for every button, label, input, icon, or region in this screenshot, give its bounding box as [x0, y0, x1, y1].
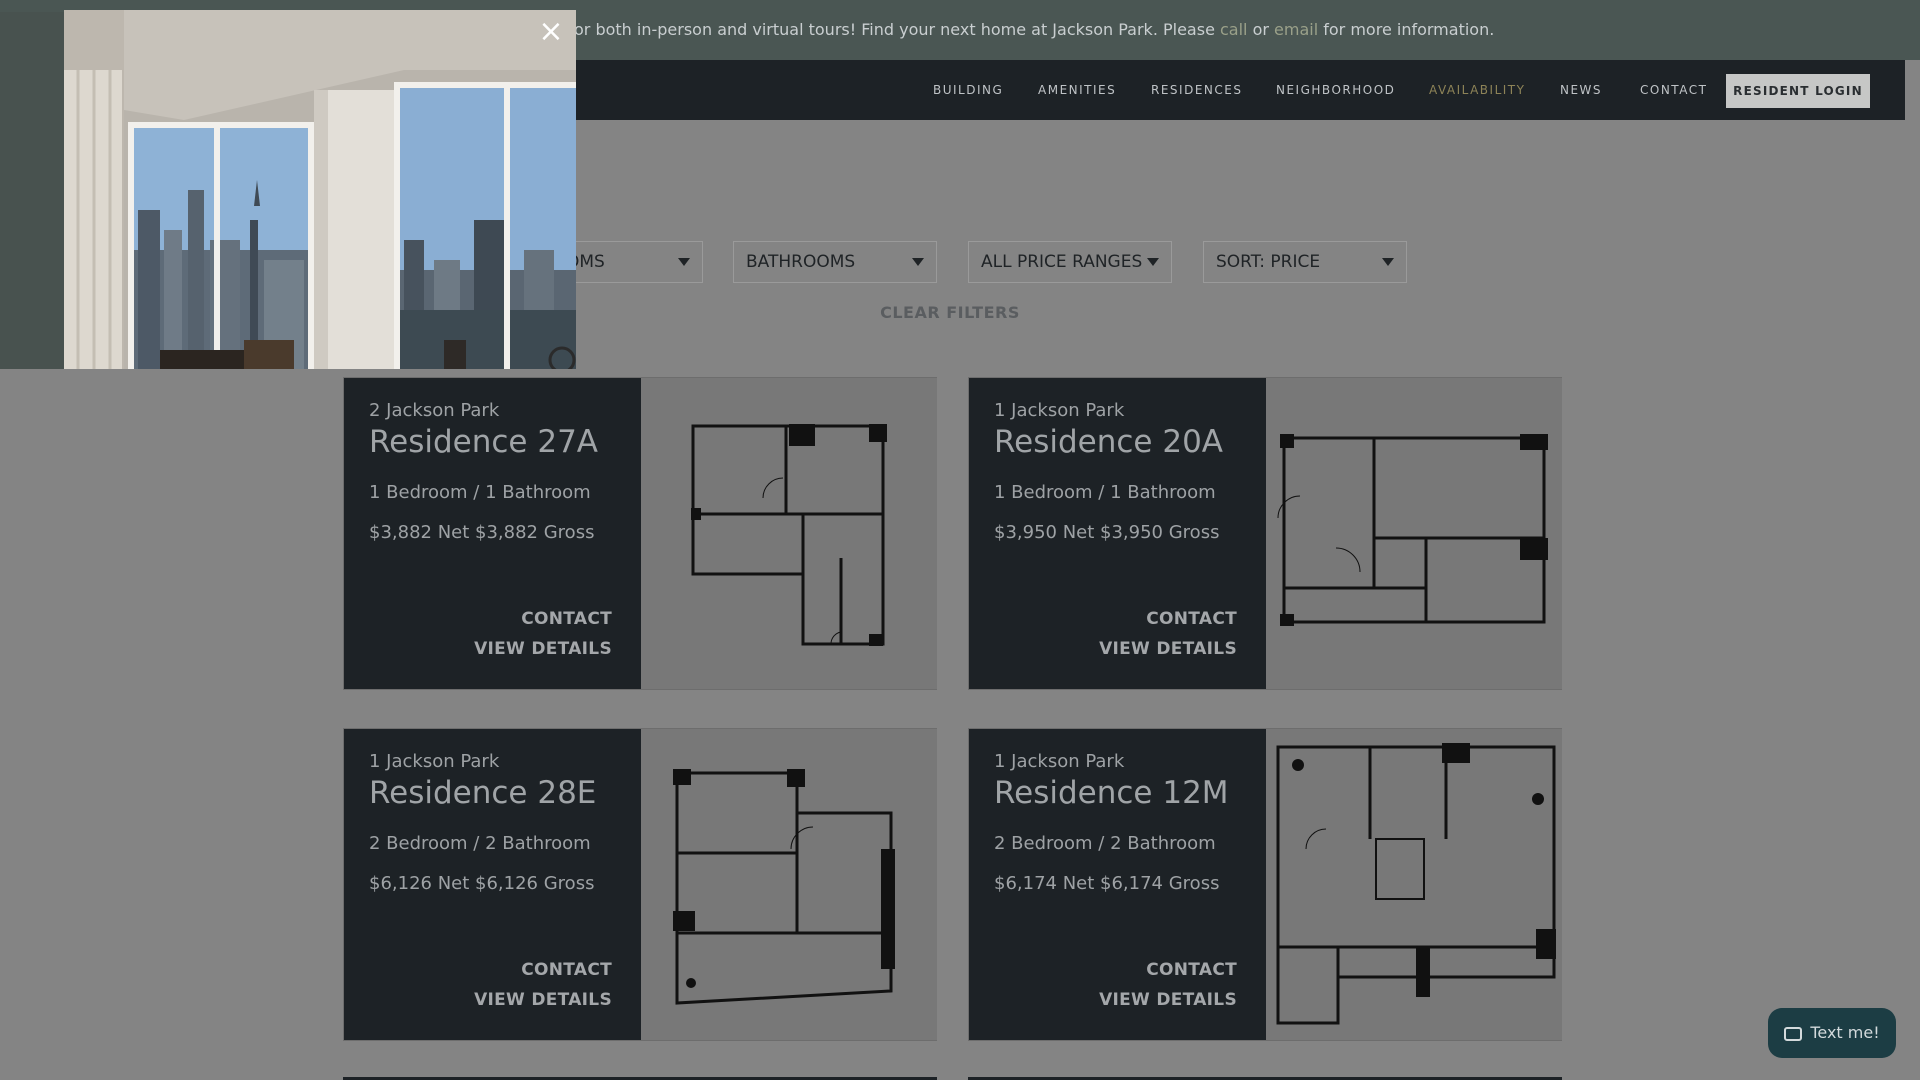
photo-lightbox: ×: [64, 10, 576, 369]
floorplan-image[interactable]: [641, 729, 937, 1040]
bed-bath: 1 Bedroom / 1 Bathroom: [994, 482, 1216, 503]
contact-link[interactable]: CONTACT: [1146, 960, 1237, 980]
floorplan-image[interactable]: [641, 378, 937, 689]
nav-amenities[interactable]: AMENITIES: [1038, 60, 1116, 120]
sort-filter-label: SORT: PRICE: [1216, 252, 1321, 272]
view-details-link[interactable]: VIEW DETAILS: [474, 990, 612, 1010]
building-name: 1 Jackson Park: [994, 751, 1125, 772]
modal-backdrop-edge: [0, 12, 64, 369]
bed-bath: 2 Bedroom / 2 Bathroom: [369, 833, 591, 854]
view-details-link[interactable]: VIEW DETAILS: [1099, 990, 1237, 1010]
building-name: 2 Jackson Park: [369, 400, 500, 421]
building-name: 1 Jackson Park: [994, 400, 1125, 421]
listing-card: 1 Jackson Park Residence 20A 1 Bedroom /…: [968, 377, 1562, 690]
announcement-text: or both in-person and virtual tours! Fin…: [574, 0, 1494, 60]
view-details-link[interactable]: VIEW DETAILS: [1099, 639, 1237, 659]
nav-building[interactable]: BUILDING: [933, 60, 1003, 120]
floorplan-image[interactable]: [1266, 729, 1562, 1040]
price: $3,950 Net $3,950 Gross: [994, 522, 1220, 543]
call-link[interactable]: call: [1220, 20, 1248, 39]
nav-contact[interactable]: CONTACT: [1640, 60, 1707, 120]
listing-card: 2 Jackson Park Residence 27A 1 Bedroom /…: [343, 377, 937, 690]
announcement-text-end: for more information.: [1318, 20, 1495, 39]
clear-filters-button[interactable]: CLEAR FILTERS: [860, 303, 1040, 322]
text-me-button[interactable]: Text me!: [1768, 1008, 1896, 1058]
price: $3,882 Net $3,882 Gross: [369, 522, 595, 543]
announcement-text-start: or both in-person and virtual tours! Fin…: [574, 20, 1220, 39]
contact-link[interactable]: CONTACT: [521, 960, 612, 980]
bed-bath: 1 Bedroom / 1 Bathroom: [369, 482, 591, 503]
price: $6,126 Net $6,126 Gross: [369, 873, 595, 894]
chevron-down-icon: [678, 258, 690, 266]
nav-availability[interactable]: AVAILABILITY: [1429, 60, 1525, 120]
residence-name[interactable]: Residence 20A: [994, 424, 1223, 460]
contact-link[interactable]: CONTACT: [1146, 609, 1237, 629]
nav-neighborhood[interactable]: NEIGHBORHOOD: [1276, 60, 1395, 120]
price-filter-label: ALL PRICE RANGES: [981, 252, 1143, 272]
chat-icon: [1784, 1026, 1803, 1041]
nav-residences[interactable]: RESIDENCES: [1151, 60, 1242, 120]
residence-name[interactable]: Residence 27A: [369, 424, 598, 460]
resident-login-button[interactable]: RESIDENT LOGIN: [1726, 74, 1870, 108]
chevron-down-icon: [912, 258, 924, 266]
announcement-or: or: [1247, 20, 1275, 39]
residence-name[interactable]: Residence 12M: [994, 775, 1229, 811]
bathrooms-filter[interactable]: BATHROOMS: [733, 241, 937, 283]
listing-card: 1 Jackson Park Residence 28E 2 Bedroom /…: [343, 728, 937, 1041]
chevron-down-icon: [1147, 258, 1159, 266]
bed-bath: 2 Bedroom / 2 Bathroom: [994, 833, 1216, 854]
text-me-label: Text me!: [1810, 1023, 1880, 1042]
floorplan-image[interactable]: [1266, 378, 1562, 689]
building-name: 1 Jackson Park: [369, 751, 500, 772]
sort-filter[interactable]: SORT: PRICE: [1203, 241, 1407, 283]
bathrooms-filter-label: BATHROOMS: [746, 252, 856, 272]
email-link[interactable]: email: [1274, 20, 1318, 39]
close-icon[interactable]: ×: [533, 14, 569, 50]
residence-view-photo: [64, 10, 576, 369]
price: $6,174 Net $6,174 Gross: [994, 873, 1220, 894]
chevron-down-icon: [1382, 258, 1394, 266]
listing-card: 1 Jackson Park Residence 12M 2 Bedroom /…: [968, 728, 1562, 1041]
contact-link[interactable]: CONTACT: [521, 609, 612, 629]
nav-news[interactable]: NEWS: [1560, 60, 1602, 120]
view-details-link[interactable]: VIEW DETAILS: [474, 639, 612, 659]
residence-name[interactable]: Residence 28E: [369, 775, 596, 811]
price-filter[interactable]: ALL PRICE RANGES: [968, 241, 1172, 283]
